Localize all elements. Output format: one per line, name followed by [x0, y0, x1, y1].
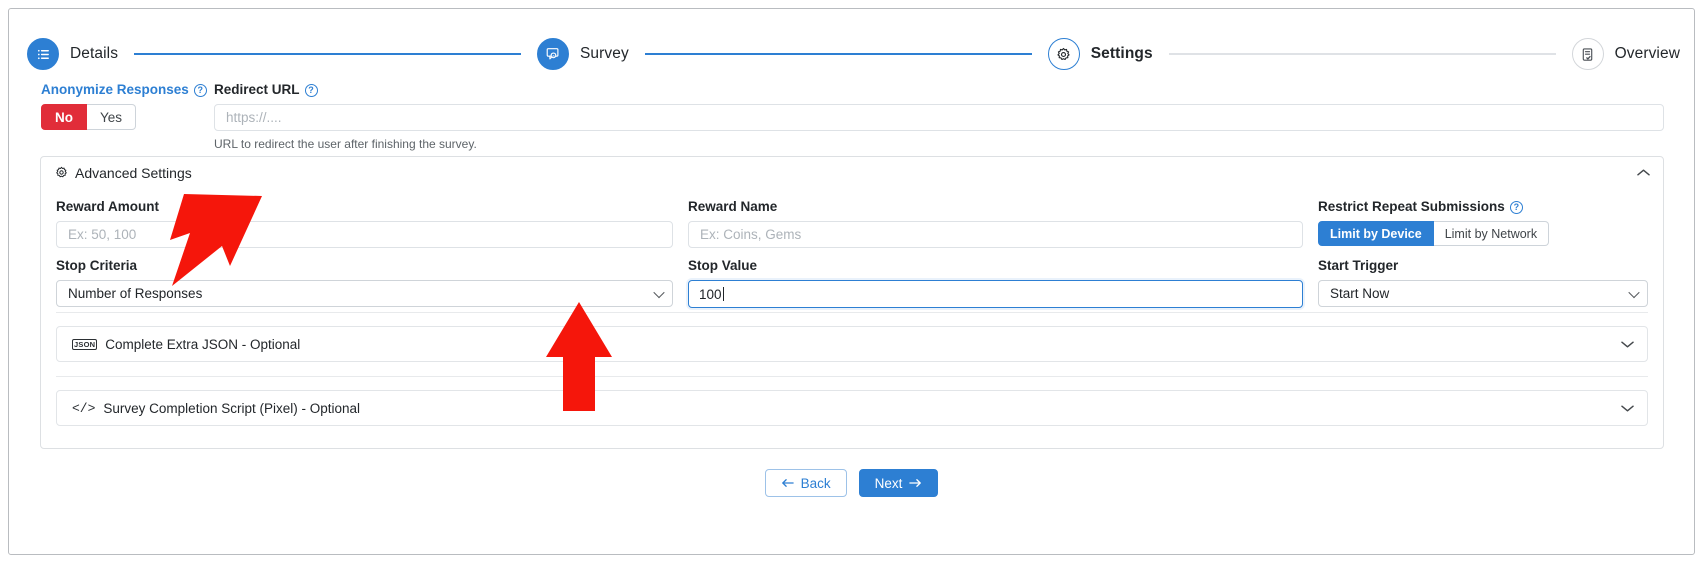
restrict-repeat-submissions-field: Restrict Repeat Submissions ? Limit by D… [1318, 199, 1648, 248]
advanced-settings-header[interactable]: Advanced Settings [41, 157, 1663, 189]
stop-value-field: Stop Value 100 [688, 258, 1303, 308]
help-icon[interactable]: ? [193, 84, 207, 97]
anonymize-responses-label-group: Anonymize Responses ? [41, 82, 207, 97]
arrow-left-icon [781, 478, 794, 488]
stop-value-input[interactable]: 100 [688, 280, 1303, 308]
help-icon[interactable]: ? [304, 84, 318, 97]
completion-script-section[interactable]: </> Survey Completion Script (Pixel) - O… [56, 390, 1648, 426]
start-trigger-label: Start Trigger [1318, 258, 1399, 273]
stepper-connector-2 [644, 53, 1032, 55]
reward-amount-input[interactable] [56, 221, 673, 248]
back-button[interactable]: Back [764, 469, 847, 497]
start-trigger-field: Start Trigger Start Now [1318, 258, 1648, 308]
stop-criteria-value: Number of Responses [56, 280, 673, 307]
arrow-right-icon [909, 478, 922, 488]
reward-name-field: Reward Name [688, 199, 1303, 248]
restrict-option-limit-by-device[interactable]: Limit by Device [1318, 221, 1434, 246]
step-survey[interactable]: a Survey [536, 38, 629, 70]
next-button-label: Next [874, 475, 903, 491]
chevron-down-icon[interactable] [1621, 340, 1634, 349]
stop-criteria-field: Stop Criteria Number of Responses [56, 258, 673, 308]
step-details-label: Details [70, 45, 119, 62]
step-overview[interactable]: Overview [1571, 38, 1680, 70]
wizard-footer: Back Next [9, 469, 1694, 497]
restrict-repeat-toggle-group: Limit by Device Limit by Network [1318, 221, 1648, 246]
reward-amount-field: Reward Amount [56, 199, 673, 248]
help-icon[interactable]: ? [1509, 201, 1523, 214]
redirect-url-input[interactable] [214, 104, 1664, 131]
step-overview-label: Overview [1614, 45, 1680, 62]
stop-criteria-select[interactable]: Number of Responses [56, 280, 673, 307]
text-cursor [722, 287, 724, 301]
survey-icon: a [536, 38, 569, 70]
start-trigger-value: Start Now [1318, 280, 1648, 307]
anonymize-responses-label: Anonymize Responses [41, 82, 189, 97]
json-icon: JSON [72, 338, 98, 350]
redirect-url-hint: URL to redirect the user after finishing… [214, 137, 477, 151]
advanced-settings-title: Advanced Settings [75, 164, 192, 181]
stop-value-text: 100 [699, 286, 722, 302]
panel-divider-1 [56, 312, 1648, 313]
gear-icon [55, 166, 68, 179]
stepper-connector-1 [134, 53, 521, 55]
gear-icon [1047, 38, 1080, 70]
reward-name-label: Reward Name [688, 199, 778, 214]
stop-criteria-label: Stop Criteria [56, 258, 138, 273]
back-button-label: Back [800, 475, 831, 491]
chevron-down-icon[interactable] [1621, 404, 1634, 413]
redirect-url-label: Redirect URL [214, 82, 300, 97]
stop-value-label: Stop Value [688, 258, 758, 273]
reward-name-input[interactable] [688, 221, 1303, 248]
chevron-up-icon[interactable] [1637, 168, 1650, 177]
next-button[interactable]: Next [858, 469, 939, 497]
extra-json-label: Complete Extra JSON - Optional [105, 336, 301, 352]
anonymize-toggle-group: No Yes [41, 104, 207, 130]
start-trigger-select[interactable]: Start Now [1318, 280, 1648, 307]
extra-json-section[interactable]: JSON Complete Extra JSON - Optional [56, 326, 1648, 362]
restrict-repeat-submissions-label: Restrict Repeat Submissions [1318, 199, 1505, 214]
completion-script-label: Survey Completion Script (Pixel) - Optio… [103, 400, 360, 416]
stepper-connector-3 [1168, 53, 1556, 55]
anonymize-option-no[interactable]: No [41, 104, 87, 130]
advanced-row-1: Reward Amount Reward Name Restrict Repea… [56, 199, 1648, 248]
step-survey-label: Survey [579, 45, 629, 62]
advanced-row-2: Stop Criteria Number of Responses Stop V… [56, 258, 1648, 308]
restrict-option-limit-by-network[interactable]: Limit by Network [1433, 221, 1550, 246]
redirect-url-field: Redirect URL ? URL to redirect the user … [214, 82, 1664, 151]
app-window: Details a Survey Settings Overview Anony… [8, 8, 1695, 555]
code-icon: </> [72, 400, 96, 416]
step-settings-label: Settings [1090, 45, 1153, 62]
anonymize-responses-field: Anonymize Responses ? No Yes [41, 82, 207, 130]
anonymize-option-yes[interactable]: Yes [87, 104, 137, 130]
panel-divider-2 [56, 376, 1648, 377]
advanced-settings-panel: Advanced Settings Reward Amount Reward N… [40, 156, 1664, 449]
report-icon [1571, 38, 1604, 70]
top-settings-row: Anonymize Responses ? No Yes Redirect UR… [9, 79, 1694, 151]
reward-amount-label: Reward Amount [56, 199, 160, 214]
wizard-stepper: Details a Survey Settings Overview [9, 31, 1694, 77]
restrict-repeat-submissions-label-group: Restrict Repeat Submissions ? [1318, 199, 1648, 214]
step-settings[interactable]: Settings [1047, 38, 1153, 70]
redirect-url-label-group: Redirect URL ? [214, 82, 1664, 97]
list-icon [27, 38, 59, 70]
step-details[interactable]: Details [27, 38, 118, 70]
